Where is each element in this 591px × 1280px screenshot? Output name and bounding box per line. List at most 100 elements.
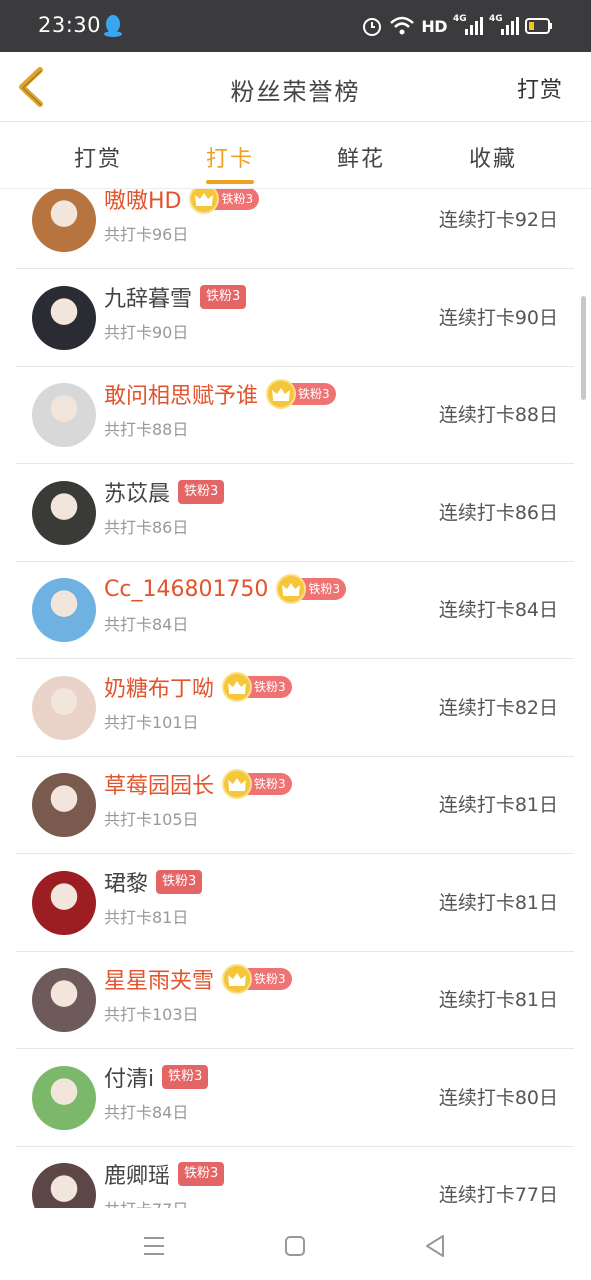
total-checkin-days: 共打卡88日 (104, 420, 189, 439)
tab-favorites[interactable]: 收藏 (443, 141, 543, 173)
name-line: 珺黎 铁粉3 (104, 865, 203, 899)
status-bar: 23:30 HD 4G 4G (0, 0, 591, 52)
avatar[interactable] (32, 675, 96, 740)
list-item[interactable]: 鹿卿瑶铁粉3 共打卡77日 连续打卡77日 (16, 1146, 574, 1208)
crown-icon (222, 769, 253, 799)
user-name[interactable]: 奶糖布丁呦 (104, 671, 214, 703)
streak-days: 连续打卡92日 (438, 209, 558, 231)
alarm-icon (363, 18, 382, 36)
scrollbar[interactable] (581, 296, 586, 400)
name-line: 草莓园园长 铁粉3 (104, 767, 292, 801)
fan-level-badge: 铁粉3 (162, 1064, 209, 1089)
user-name[interactable]: 付清i (104, 1061, 154, 1093)
home-square-icon[interactable] (277, 1228, 313, 1264)
total-checkin-days: 共打卡101日 (104, 712, 199, 732)
header: 粉丝荣誉榜 打赏 (0, 52, 591, 122)
list-item[interactable]: 九辞暮雪 铁粉3 共打卡90日 连续打卡90日 (16, 269, 574, 367)
status-icons: HD 4G 4G (361, 12, 553, 40)
avatar[interactable] (32, 285, 96, 350)
total-checkin-days: 共打卡90日 (104, 322, 189, 342)
page-title: 粉丝荣誉榜 (230, 78, 361, 106)
active-tab-indicator (206, 180, 254, 184)
fan-level-badge: 铁粉3 (156, 869, 203, 894)
list-item[interactable]: 敢问相思赋予谁 铁粉3 共打卡88日 连续打卡88日 (16, 366, 574, 464)
streak-days: 连续打卡81日 (438, 794, 558, 816)
total-checkin-days: 共打卡96日 (104, 225, 189, 244)
name-line: 敢问相思赋予谁 铁粉3 (104, 377, 336, 411)
name-line: 九辞暮雪 铁粉3 (104, 280, 247, 314)
name-line: Cc_146801750 铁粉3 (104, 572, 347, 606)
reward-button[interactable]: 打赏 (517, 72, 563, 104)
list-item[interactable]: 苏苡晨 铁粉3 共打卡86日 连续打卡86日 (16, 464, 574, 562)
list-item[interactable]: 星星雨夹雪 铁粉3 共打卡103日 连续打卡81日 (16, 951, 574, 1049)
user-name[interactable]: 敢问相思赋予谁 (104, 378, 258, 410)
streak-days: 连续打卡84日 (438, 599, 558, 621)
battery-icon (525, 18, 552, 34)
menu-icon[interactable] (136, 1228, 172, 1264)
signal-icon-2: 4G (489, 14, 519, 38)
user-name[interactable]: 苏苡晨 (104, 476, 170, 508)
fan-level-badge: 铁粉3 (178, 479, 225, 504)
streak-days: 连续打卡77日 (438, 1184, 558, 1206)
avatar[interactable] (32, 968, 96, 1032)
tab-reward[interactable]: 打赏 (48, 141, 148, 173)
total-checkin-days: 共打卡84日 (104, 1102, 189, 1122)
streak-days: 连续打卡80日 (438, 1086, 558, 1109)
avatar[interactable] (32, 1163, 96, 1208)
name-line: 苏苡晨 铁粉3 (104, 475, 225, 509)
fan-level-badge: 铁粉3 (200, 284, 247, 309)
streak-days: 连续打卡81日 (438, 989, 558, 1011)
total-checkin-days: 共打卡77日 (104, 1196, 188, 1208)
name-line: 鹿卿瑶 铁粉3 (104, 1157, 225, 1191)
hd-indicator: HD (421, 16, 447, 36)
avatar[interactable] (32, 189, 96, 252)
streak-days: 连续打卡88日 (438, 404, 558, 426)
name-line: 星星雨夹雪 铁粉3 (104, 962, 292, 996)
avatar[interactable] (32, 870, 96, 935)
user-name[interactable]: Cc_146801750 (104, 577, 268, 602)
total-checkin-days: 共打卡105日 (104, 810, 199, 829)
user-name[interactable]: 嗷嗷HD (104, 189, 181, 215)
crown-icon (189, 189, 220, 214)
tab-flowers[interactable]: 鲜花 (311, 141, 411, 173)
avatar[interactable] (32, 578, 96, 642)
streak-days: 连续打卡90日 (438, 306, 558, 329)
avatar[interactable] (32, 773, 96, 837)
back-triangle-icon[interactable] (417, 1228, 453, 1264)
total-checkin-days: 共打卡103日 (104, 1005, 199, 1024)
user-name[interactable]: 星星雨夹雪 (104, 963, 214, 995)
list-item[interactable]: 草莓园园长 铁粉3 共打卡105日 连续打卡81日 (16, 756, 574, 854)
name-line: 付清i 铁粉3 (104, 1060, 209, 1094)
streak-days: 连续打卡81日 (438, 891, 558, 914)
list-item[interactable]: Cc_146801750 铁粉3 共打卡84日 连续打卡84日 (16, 561, 574, 659)
user-name[interactable]: 鹿卿瑶 (104, 1158, 170, 1190)
list-item[interactable]: 珺黎 铁粉3 共打卡81日 连续打卡81日 (16, 854, 574, 952)
streak-days: 连续打卡82日 (438, 696, 558, 719)
name-line: 奶糖布丁呦 铁粉3 (104, 670, 292, 704)
status-time: 23:30 (38, 13, 102, 37)
checkin-ranking-list[interactable]: 嗷嗷HD 铁粉3 共打卡96日 连续打卡92日 九辞暮雪 铁粉3 共打卡90日 连续打卡90日… (0, 189, 591, 1208)
avatar[interactable] (32, 383, 96, 447)
crown-icon (222, 964, 253, 994)
avatar[interactable] (32, 480, 96, 545)
tab-bar: 打赏 打卡 鲜花 收藏 (0, 123, 591, 189)
fan-level-badge: 铁粉3 (178, 1162, 225, 1186)
wifi-icon (390, 16, 415, 35)
name-line: 嗷嗷HD 铁粉3 (104, 189, 260, 216)
crown-icon (266, 379, 297, 409)
total-checkin-days: 共打卡84日 (104, 615, 189, 634)
crown-icon (222, 671, 253, 702)
signal-icon: 4G (453, 14, 483, 38)
user-name[interactable]: 珺黎 (104, 866, 148, 898)
avatar[interactable] (32, 1065, 96, 1130)
qq-icon (104, 15, 122, 37)
list-item[interactable]: 嗷嗷HD 铁粉3 共打卡96日 连续打卡92日 (16, 189, 574, 269)
user-name[interactable]: 九辞暮雪 (104, 281, 192, 313)
tab-checkin[interactable]: 打卡 (180, 141, 280, 173)
total-checkin-days: 共打卡81日 (104, 907, 189, 927)
user-name[interactable]: 草莓园园长 (104, 768, 214, 800)
list-item[interactable]: 奶糖布丁呦 铁粉3 共打卡101日 连续打卡82日 (16, 659, 574, 757)
list-item[interactable]: 付清i 铁粉3 共打卡84日 连续打卡80日 (16, 1049, 574, 1147)
system-nav-bar (0, 1208, 591, 1280)
total-checkin-days: 共打卡86日 (104, 517, 189, 537)
